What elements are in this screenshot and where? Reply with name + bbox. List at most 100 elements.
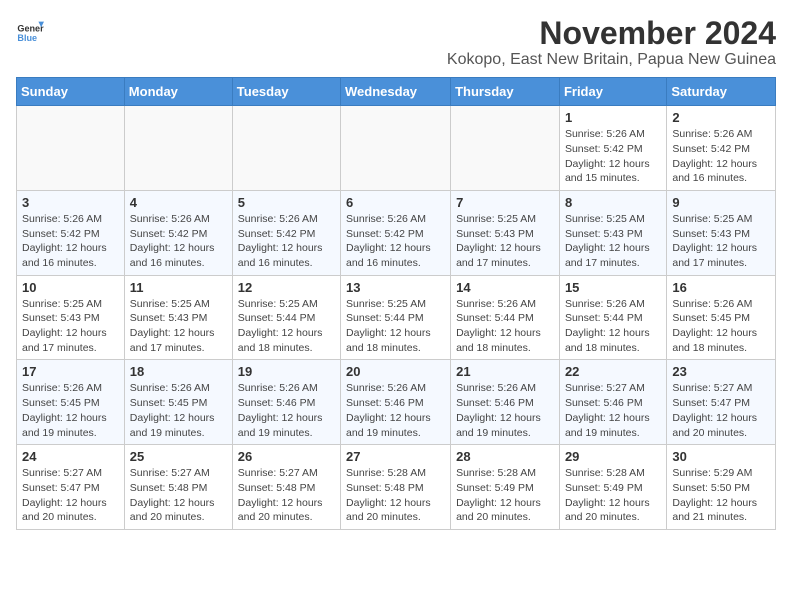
day-cell: 27 Sunrise: 5:28 AM Sunset: 5:48 PM Dayli… [341, 445, 451, 530]
day-cell: 3 Sunrise: 5:26 AM Sunset: 5:42 PM Daylig… [17, 190, 125, 275]
day-info: Sunrise: 5:26 AM Sunset: 5:42 PM Dayligh… [672, 127, 770, 186]
week-row: 17Sunrise: 5:26 AM Sunset: 5:45 PM Dayli… [17, 360, 776, 445]
day-info: Sunrise: 5:28 AM Sunset: 5:49 PM Dayligh… [565, 466, 661, 525]
day-info: Sunrise: 5:25 AM Sunset: 5:44 PM Dayligh… [238, 297, 335, 356]
week-row: 24 Sunrise: 5:27 AM Sunset: 5:47 PM Dayli… [17, 445, 776, 530]
logo: General Blue [16, 16, 44, 44]
day-info: Sunrise: 5:26 AM Sunset: 5:42 PM Dayligh… [130, 212, 227, 271]
day-number: 20 [346, 364, 445, 379]
day-number: 2 [672, 110, 770, 125]
header-day: Saturday [667, 78, 776, 106]
day-cell: 16 Sunrise: 5:26 AM Sunset: 5:45 PM Dayli… [667, 275, 776, 360]
day-info: Sunrise: 5:26 AM Sunset: 5:42 PM Dayligh… [565, 127, 661, 186]
day-cell: 24 Sunrise: 5:27 AM Sunset: 5:47 PM Dayli… [17, 445, 125, 530]
header-day: Wednesday [341, 78, 451, 106]
day-cell: 7 Sunrise: 5:25 AM Sunset: 5:43 PM Daylig… [451, 190, 560, 275]
day-info: Sunrise: 5:26 AM Sunset: 5:46 PM Dayligh… [238, 381, 335, 440]
day-cell: 4Sunrise: 5:26 AM Sunset: 5:42 PM Daylig… [124, 190, 232, 275]
day-cell: 30Sunrise: 5:29 AM Sunset: 5:50 PM Dayli… [667, 445, 776, 530]
day-info: Sunrise: 5:27 AM Sunset: 5:47 PM Dayligh… [672, 381, 770, 440]
day-number: 27 [346, 449, 445, 464]
day-number: 1 [565, 110, 661, 125]
day-number: 7 [456, 195, 554, 210]
day-info: Sunrise: 5:26 AM Sunset: 5:42 PM Dayligh… [238, 212, 335, 271]
day-cell: 28Sunrise: 5:28 AM Sunset: 5:49 PM Dayli… [451, 445, 560, 530]
day-info: Sunrise: 5:25 AM Sunset: 5:43 PM Dayligh… [456, 212, 554, 271]
day-number: 5 [238, 195, 335, 210]
day-cell: 19 Sunrise: 5:26 AM Sunset: 5:46 PM Dayli… [232, 360, 340, 445]
day-cell [451, 106, 560, 191]
header-row: SundayMondayTuesdayWednesdayThursdayFrid… [17, 78, 776, 106]
header-day: Thursday [451, 78, 560, 106]
day-cell: 18 Sunrise: 5:26 AM Sunset: 5:45 PM Dayli… [124, 360, 232, 445]
day-cell: 8 Sunrise: 5:25 AM Sunset: 5:43 PM Daylig… [559, 190, 666, 275]
day-cell: 9Sunrise: 5:25 AM Sunset: 5:43 PM Daylig… [667, 190, 776, 275]
svg-text:General: General [17, 23, 44, 33]
day-info: Sunrise: 5:27 AM Sunset: 5:47 PM Dayligh… [22, 466, 119, 525]
day-info: Sunrise: 5:28 AM Sunset: 5:48 PM Dayligh… [346, 466, 445, 525]
day-info: Sunrise: 5:26 AM Sunset: 5:45 PM Dayligh… [130, 381, 227, 440]
day-number: 29 [565, 449, 661, 464]
day-number: 12 [238, 280, 335, 295]
week-row: 10 Sunrise: 5:25 AM Sunset: 5:43 PM Dayli… [17, 275, 776, 360]
day-cell: 17Sunrise: 5:26 AM Sunset: 5:45 PM Dayli… [17, 360, 125, 445]
header-day: Monday [124, 78, 232, 106]
day-cell: 11Sunrise: 5:25 AM Sunset: 5:43 PM Dayli… [124, 275, 232, 360]
day-info: Sunrise: 5:27 AM Sunset: 5:48 PM Dayligh… [130, 466, 227, 525]
day-info: Sunrise: 5:25 AM Sunset: 5:43 PM Dayligh… [130, 297, 227, 356]
day-cell: 23 Sunrise: 5:27 AM Sunset: 5:47 PM Dayli… [667, 360, 776, 445]
day-info: Sunrise: 5:27 AM Sunset: 5:46 PM Dayligh… [565, 381, 661, 440]
day-info: Sunrise: 5:25 AM Sunset: 5:44 PM Dayligh… [346, 297, 445, 356]
day-number: 8 [565, 195, 661, 210]
subtitle: Kokopo, East New Britain, Papua New Guin… [447, 51, 776, 69]
week-row: 3 Sunrise: 5:26 AM Sunset: 5:42 PM Daylig… [17, 190, 776, 275]
day-cell: 12 Sunrise: 5:25 AM Sunset: 5:44 PM Dayli… [232, 275, 340, 360]
day-cell: 22 Sunrise: 5:27 AM Sunset: 5:46 PM Dayli… [559, 360, 666, 445]
day-info: Sunrise: 5:25 AM Sunset: 5:43 PM Dayligh… [565, 212, 661, 271]
day-number: 26 [238, 449, 335, 464]
day-cell: 1 Sunrise: 5:26 AM Sunset: 5:42 PM Daylig… [559, 106, 666, 191]
day-cell: 6Sunrise: 5:26 AM Sunset: 5:42 PM Daylig… [341, 190, 451, 275]
day-cell: 20Sunrise: 5:26 AM Sunset: 5:46 PM Dayli… [341, 360, 451, 445]
day-number: 6 [346, 195, 445, 210]
day-number: 9 [672, 195, 770, 210]
day-cell: 13 Sunrise: 5:25 AM Sunset: 5:44 PM Dayli… [341, 275, 451, 360]
day-cell: 5 Sunrise: 5:26 AM Sunset: 5:42 PM Daylig… [232, 190, 340, 275]
day-number: 18 [130, 364, 227, 379]
day-info: Sunrise: 5:26 AM Sunset: 5:44 PM Dayligh… [565, 297, 661, 356]
day-cell: 10Sunrise: 5:25 AM Sunset: 5:43 PM Dayli… [17, 275, 125, 360]
day-info: Sunrise: 5:26 AM Sunset: 5:45 PM Dayligh… [672, 297, 770, 356]
day-number: 22 [565, 364, 661, 379]
day-cell [232, 106, 340, 191]
header-day: Friday [559, 78, 666, 106]
day-info: Sunrise: 5:26 AM Sunset: 5:44 PM Dayligh… [456, 297, 554, 356]
day-number: 3 [22, 195, 119, 210]
title-area: November 2024 Kokopo, East New Britain, … [447, 16, 776, 69]
day-info: Sunrise: 5:26 AM Sunset: 5:42 PM Dayligh… [22, 212, 119, 271]
header-day: Tuesday [232, 78, 340, 106]
month-title: November 2024 [447, 16, 776, 51]
day-cell: 21Sunrise: 5:26 AM Sunset: 5:46 PM Dayli… [451, 360, 560, 445]
day-cell: 14Sunrise: 5:26 AM Sunset: 5:44 PM Dayli… [451, 275, 560, 360]
day-number: 24 [22, 449, 119, 464]
day-cell [124, 106, 232, 191]
day-cell: 15Sunrise: 5:26 AM Sunset: 5:44 PM Dayli… [559, 275, 666, 360]
day-number: 16 [672, 280, 770, 295]
day-info: Sunrise: 5:26 AM Sunset: 5:45 PM Dayligh… [22, 381, 119, 440]
day-number: 21 [456, 364, 554, 379]
day-number: 30 [672, 449, 770, 464]
day-cell: 29 Sunrise: 5:28 AM Sunset: 5:49 PM Dayli… [559, 445, 666, 530]
day-number: 10 [22, 280, 119, 295]
day-cell [341, 106, 451, 191]
svg-text:Blue: Blue [17, 33, 37, 43]
day-number: 19 [238, 364, 335, 379]
header-day: Sunday [17, 78, 125, 106]
day-cell [17, 106, 125, 191]
day-number: 25 [130, 449, 227, 464]
day-cell: 25 Sunrise: 5:27 AM Sunset: 5:48 PM Dayli… [124, 445, 232, 530]
day-number: 13 [346, 280, 445, 295]
day-cell: 26 Sunrise: 5:27 AM Sunset: 5:48 PM Dayli… [232, 445, 340, 530]
logo-icon: General Blue [16, 16, 44, 44]
day-number: 23 [672, 364, 770, 379]
day-info: Sunrise: 5:27 AM Sunset: 5:48 PM Dayligh… [238, 466, 335, 525]
